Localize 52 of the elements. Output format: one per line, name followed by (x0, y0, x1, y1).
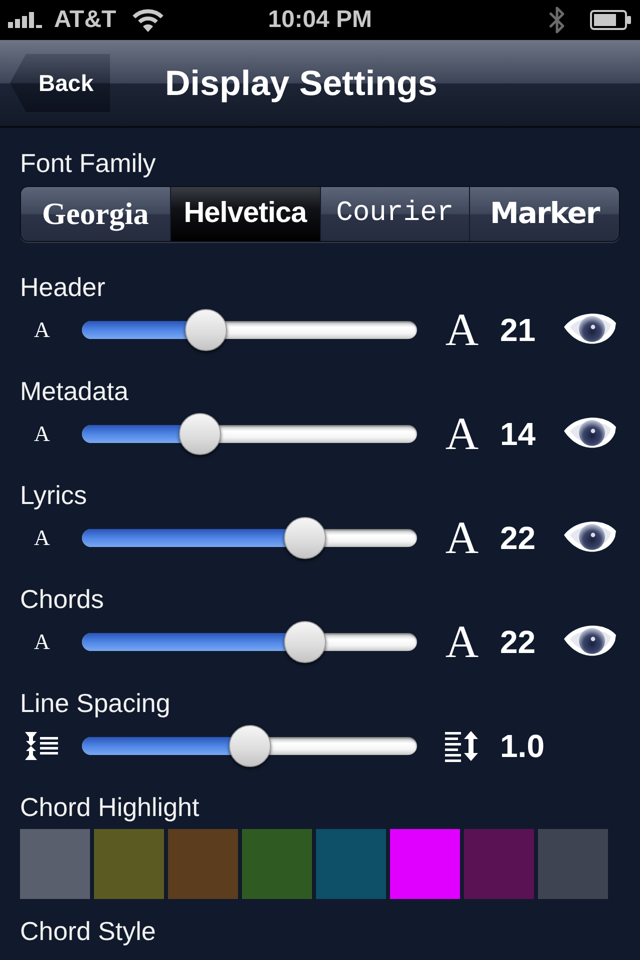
setting-label: Chords (19, 584, 105, 614)
slider-thumb[interactable] (284, 517, 326, 559)
carrier-name: AT&T (54, 8, 116, 32)
color-swatch[interactable] (538, 829, 608, 899)
decrease-spacing-icon (24, 730, 60, 762)
value-label: 22 (500, 522, 537, 554)
color-swatch[interactable] (168, 829, 238, 899)
small-font-label: A (34, 527, 50, 549)
large-font-label: A (445, 411, 479, 457)
section-label: Chord Style (19, 916, 157, 946)
slider[interactable] (82, 413, 417, 455)
setting-label: Header (19, 272, 106, 302)
section-label: Chord Highlight (19, 792, 200, 822)
slider-thumb[interactable] (284, 621, 326, 663)
setting-label: Line Spacing (19, 688, 172, 718)
font-option-segment[interactable]: Georgia (21, 187, 170, 241)
font-option-segment[interactable]: Courier (320, 187, 470, 241)
color-swatch[interactable] (390, 829, 460, 899)
setting-label: Metadata (19, 376, 130, 406)
slider[interactable] (82, 309, 417, 351)
slider-thumb[interactable] (178, 413, 221, 455)
slider-thumb[interactable] (228, 725, 270, 767)
setting-label: Lyrics (19, 480, 88, 510)
small-font-label: A (34, 423, 50, 445)
slider[interactable] (82, 725, 417, 767)
bluetooth-icon (548, 4, 566, 36)
wifi-icon (132, 8, 164, 32)
increase-spacing-icon (444, 730, 480, 762)
color-swatch[interactable] (94, 829, 164, 899)
small-font-label: A (34, 319, 50, 341)
slider-thumb[interactable] (184, 309, 227, 351)
font-option-segment[interactable]: Marker (469, 187, 619, 241)
color-swatch[interactable] (20, 829, 90, 899)
large-font-label: A (445, 619, 479, 665)
value-label: 14 (500, 418, 537, 450)
color-swatch[interactable] (242, 829, 312, 899)
screen-title: Display Settings (165, 66, 438, 100)
back-button[interactable]: Back (10, 54, 110, 112)
large-font-label: A (445, 515, 479, 561)
large-font-label: A (445, 307, 479, 353)
color-swatch[interactable] (464, 829, 534, 899)
value-label: 22 (500, 626, 537, 658)
font-option-segment[interactable]: Helvetica (170, 187, 320, 241)
value-label: 1.0 (500, 730, 546, 762)
small-font-label: A (34, 631, 50, 653)
section-label: Font Family (19, 148, 157, 178)
value-label: 21 (500, 314, 537, 346)
color-swatch[interactable] (316, 829, 386, 899)
slider[interactable] (82, 621, 417, 663)
slider[interactable] (82, 517, 417, 559)
clock-time: 10:04 PM (268, 8, 372, 32)
battery-icon (590, 10, 632, 30)
